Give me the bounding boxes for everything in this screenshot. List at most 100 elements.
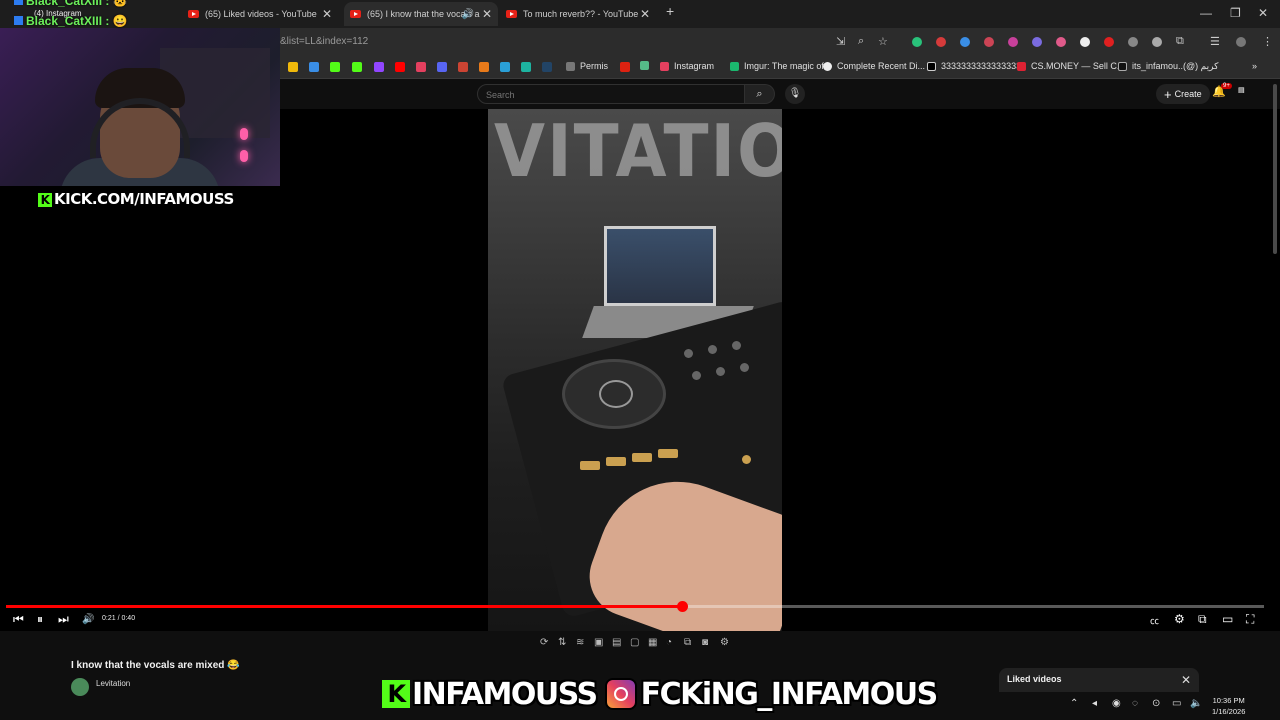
zoom-icon[interactable]: ⌕ [858,35,864,48]
frame-icon[interactable]: ▢ [630,637,639,648]
bookmark-instagram[interactable]: Instagram [660,61,714,71]
binance-icon[interactable] [288,62,298,72]
channel-name[interactable]: Levitation [96,679,130,688]
profile-avatar[interactable] [1236,37,1246,47]
extension-icon[interactable] [960,37,970,47]
page-scrollbar[interactable] [1272,84,1278,264]
network-icon[interactable]: ▭ [1172,698,1181,709]
search-input[interactable] [478,85,728,105]
fullscreen-icon[interactable]: ⛶ [1246,612,1254,627]
close-tab-icon[interactable]: ✕ [322,7,332,21]
extension-icon[interactable] [1128,37,1138,47]
bookmark-star-icon[interactable]: ☆ [878,35,888,48]
scrollbar-thumb[interactable] [1273,84,1277,254]
volume-icon[interactable]: 🔊 [82,614,94,625]
extension-icon[interactable] [1008,37,1018,47]
extension-icon[interactable] [1056,37,1066,47]
search-button[interactable]: ⌕ [745,84,775,104]
side-panel-icon[interactable]: ☰ [1210,35,1220,48]
gmail-icon[interactable] [458,62,468,72]
bookmark-icon[interactable] [309,62,319,72]
search-box[interactable] [477,84,745,105]
settings-gear-icon[interactable]: ⚙ [720,637,729,648]
kick-icon[interactable] [352,62,362,72]
popout-icon[interactable]: ⧉ [684,637,691,648]
screenshot-icon[interactable]: ▣ [594,637,603,648]
extensions-puzzle-icon[interactable]: ⧉ [1176,35,1184,48]
progress-bar[interactable] [6,601,1264,612]
captions-icon[interactable]: ㏄ [1150,614,1159,627]
extension-icon[interactable] [984,37,994,47]
bookmark-csmoney[interactable]: CS.MONEY — Sell C... [1017,61,1124,71]
extension-icon[interactable] [1152,37,1162,47]
scrubber-handle[interactable] [676,601,688,612]
layout-icon[interactable]: ▦ [648,637,657,648]
channel-avatar[interactable] [71,678,89,696]
extension-icon[interactable] [912,37,922,47]
account-avatar[interactable]: ▤ [1238,86,1245,94]
settings-gear-icon[interactable]: ⚙ [1174,612,1185,626]
tab-current-video[interactable]: (65) I know that the vocals a 🔊 ✕ [344,2,498,26]
bookmark-icon[interactable] [542,62,552,72]
instagram-icon[interactable] [416,62,426,72]
bookmark-icon[interactable] [437,62,447,72]
tray-expand-icon[interactable]: ⌃ [1070,698,1078,709]
volume-icon[interactable]: 🔈 [1190,698,1202,709]
bookmarks-overflow-icon[interactable]: » [1252,61,1257,71]
menu-kebab-icon[interactable]: ⋮ [1262,35,1273,48]
video-frame[interactable]: VITATIO [488,109,782,631]
audio-playing-icon[interactable]: 🔊 [462,9,474,20]
close-tab-icon[interactable]: ✕ [640,7,650,21]
bookmark-imgur[interactable]: Imgur: The magic of... [730,61,831,71]
bookmark-github[interactable]: Complete Recent Di... [823,61,925,71]
extension-icon[interactable] [1104,37,1114,47]
sort-icon[interactable]: ⇅ [558,637,566,648]
tab-reverb-video[interactable]: To much reverb?? - YouTube ✕ [506,2,656,26]
install-app-icon[interactable]: ⇲ [836,35,845,48]
film-icon[interactable]: ▤ [612,637,621,648]
minimize-icon[interactable]: — [1200,6,1212,20]
discord-icon[interactable]: ◉ [1112,698,1121,709]
close-tab-icon[interactable]: ✕ [482,7,492,21]
close-window-icon[interactable]: ✕ [1258,6,1268,20]
bookmark-333[interactable]: 33333333333333333 [927,61,1026,71]
youtube-favicon-icon [506,10,517,18]
new-tab-icon[interactable]: + [666,3,674,19]
loop-icon[interactable]: ⟳ [540,637,548,648]
previous-icon[interactable]: ⏮ [13,612,24,627]
youtube-icon[interactable] [395,62,405,72]
url-text[interactable]: &list=LL&index=112 [280,36,368,47]
pause-icon[interactable]: ⏸ [37,612,43,627]
tray-app-icon[interactable]: ⊙ [1152,698,1160,709]
voice-search-button[interactable]: 🎙 [785,84,805,104]
miniplayer-icon[interactable]: ⧉ [1198,612,1207,627]
tab-liked-videos[interactable]: (65) Liked videos - YouTube ✕ [188,2,338,26]
bookmark-icon[interactable] [500,62,510,72]
taskbar-clock[interactable]: 10:36 PM 1/16/2026 [1212,695,1245,717]
bookmark-icon[interactable] [479,62,489,72]
kick-icon[interactable] [330,62,340,72]
twitch-icon[interactable] [374,62,384,72]
bookmark-icon[interactable] [521,62,531,72]
bookmark-permis[interactable]: Permis [566,61,608,71]
speed-icon[interactable]: ◔ [666,637,672,648]
next-icon[interactable]: ⏭ [58,612,69,627]
close-icon[interactable]: ✕ [1181,673,1191,687]
audio-wave-icon[interactable]: ≋ [576,637,584,648]
bookmark-icon-bar[interactable] [640,61,654,70]
address-bar[interactable]: &list=LL&index=112 ⇲ ⌕ ☆ ⧉ ☰ ⋮ [280,28,1280,56]
kick-channel-tag: K KICK.COM/INFAMOUSS [38,190,234,208]
extension-icon[interactable] [1032,37,1042,47]
restore-icon[interactable]: ❐ [1230,6,1241,20]
bookmark-icon[interactable] [620,62,630,72]
extension-icon[interactable] [1080,37,1090,47]
extension-icon[interactable] [936,37,946,47]
tray-app-icon[interactable]: ◂ [1092,698,1097,709]
theater-mode-icon[interactable]: ▭ [1222,612,1233,626]
bookmark-tiktok[interactable]: its_infamou..(@) كريم [1118,61,1218,72]
tray-app-icon[interactable]: ◌ [1132,698,1138,709]
create-button[interactable]: + Create [1156,84,1210,104]
liked-videos-panel[interactable]: Liked videos ✕ [999,668,1199,692]
camera-icon[interactable]: ◙ [702,637,708,648]
video-player[interactable]: VITATIO ⏮ ⏸ ⏭ 🔊 0:21 / 0:40 ㏄ ⚙ ⧉ ▭ ⛶ [0,109,1280,631]
